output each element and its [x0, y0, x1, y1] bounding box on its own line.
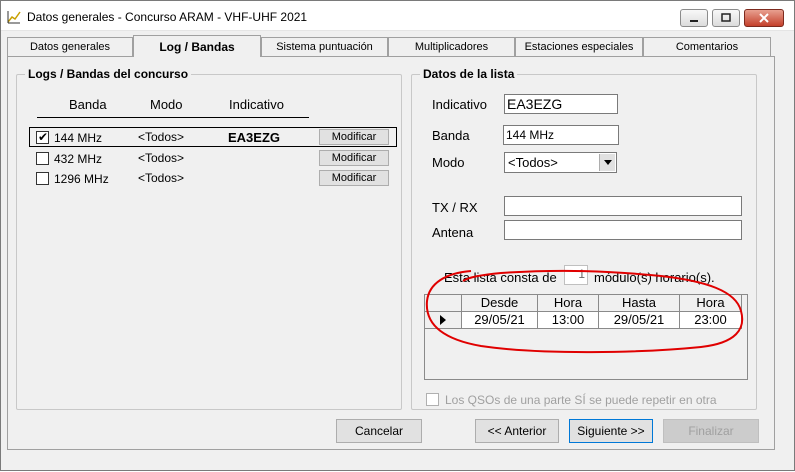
band-cell: 432 MHz: [54, 152, 103, 166]
modify-button[interactable]: Modificar: [319, 170, 389, 186]
tab-panel: Logs / Bandas del concurso Banda Modo In…: [7, 56, 775, 450]
banda-label: Banda: [432, 128, 470, 143]
checkmark-icon: ✔: [38, 130, 49, 144]
tab-estaciones-especiales[interactable]: Estaciones especiales: [515, 37, 643, 56]
logs-group-title: Logs / Bandas del concurso: [25, 67, 192, 81]
schedule-cell-desde[interactable]: 29/05/21: [462, 312, 538, 329]
table-row[interactable]: 1296 MHz <Todos> Modificar: [29, 168, 397, 188]
txrx-label: TX / RX: [432, 200, 478, 215]
close-icon: [759, 13, 769, 23]
header-underline: [37, 117, 309, 118]
qso-repeat-label: Los QSOs de una parte SÍ se puede repeti…: [445, 393, 717, 407]
schedule-cell-hasta[interactable]: 29/05/21: [599, 312, 680, 329]
header-modo: Modo: [150, 97, 183, 112]
dropdown-arrow-icon[interactable]: [599, 154, 615, 171]
minimize-icon: [690, 20, 698, 22]
tab-bar: Datos generales Log / Bandas Sistema pun…: [7, 35, 775, 57]
details-groupbox: Datos de la lista Indicativo Banda Modo …: [411, 67, 757, 410]
chart-icon: [7, 10, 21, 24]
band-checkbox[interactable]: [36, 172, 49, 185]
modo-select-value: <Todos>: [508, 155, 558, 170]
tab-log-bandas[interactable]: Log / Bandas: [133, 35, 261, 57]
row-indicator[interactable]: [425, 312, 462, 329]
band-checkbox[interactable]: [36, 152, 49, 165]
next-button[interactable]: Siguiente >>: [569, 419, 653, 443]
table-row[interactable]: ✔ 144 MHz <Todos> EA3EZG Modificar: [29, 127, 397, 147]
consta-suffix: módulo(s) horario(s).: [594, 270, 715, 285]
row-header-corner: [425, 295, 462, 312]
indicativo-label: Indicativo: [432, 97, 487, 112]
schedule-header: Hasta: [599, 295, 680, 312]
schedule-cell-hora-hasta[interactable]: 23:00: [680, 312, 742, 329]
modify-button[interactable]: Modificar: [319, 129, 389, 145]
dialog-window: Datos generales - Concurso ARAM - VHF-UH…: [0, 0, 795, 471]
modules-count[interactable]: 1: [564, 265, 588, 285]
window-title: Datos generales - Concurso ARAM - VHF-UH…: [27, 10, 308, 24]
row-pointer-icon: [440, 315, 446, 325]
mode-cell: <Todos>: [138, 151, 185, 165]
schedule-header: Desde: [462, 295, 538, 312]
header-indicativo: Indicativo: [229, 97, 284, 112]
table-row[interactable]: 432 MHz <Todos> Modificar: [29, 148, 397, 168]
tab-sistema-puntuacion[interactable]: Sistema puntuación: [261, 37, 388, 56]
band-checkbox[interactable]: ✔: [36, 130, 49, 144]
tab-comentarios[interactable]: Comentarios: [643, 37, 771, 56]
close-button[interactable]: [744, 9, 784, 27]
schedule-grid[interactable]: Desde Hora Hasta Hora 29/05/21 13:00 29/…: [424, 294, 748, 380]
maximize-icon: [721, 13, 731, 22]
mode-cell: <Todos>: [138, 171, 185, 185]
modify-button[interactable]: Modificar: [319, 150, 389, 166]
header-banda: Banda: [69, 97, 107, 112]
mode-cell: <Todos>: [138, 130, 185, 144]
consta-prefix: Esta lista consta de: [444, 270, 557, 285]
callsign-cell: EA3EZG: [228, 130, 281, 145]
banda-input[interactable]: [503, 125, 619, 145]
modo-select[interactable]: <Todos>: [504, 152, 617, 173]
previous-button[interactable]: << Anterior: [475, 419, 559, 443]
maximize-button[interactable]: [712, 9, 740, 27]
antena-input[interactable]: [504, 220, 742, 240]
title-bar[interactable]: Datos generales - Concurso ARAM - VHF-UH…: [1, 1, 794, 31]
schedule-header: Hora: [680, 295, 742, 312]
band-cell: 1296 MHz: [54, 172, 109, 186]
band-cell: 144 MHz: [54, 131, 103, 145]
logs-groupbox: Logs / Bandas del concurso Banda Modo In…: [16, 67, 402, 410]
antena-label: Antena: [432, 225, 474, 240]
tab-datos-generales[interactable]: Datos generales: [7, 37, 133, 56]
tab-multiplicadores[interactable]: Multiplicadores: [388, 37, 515, 56]
txrx-input[interactable]: [504, 196, 742, 216]
modo-label: Modo: [432, 155, 465, 170]
qso-repeat-checkbox[interactable]: [426, 393, 439, 406]
indicativo-input[interactable]: [504, 94, 618, 114]
schedule-cell-hora-desde[interactable]: 13:00: [538, 312, 599, 329]
details-group-title: Datos de la lista: [420, 67, 518, 81]
schedule-header: Hora: [538, 295, 599, 312]
cancel-button[interactable]: Cancelar: [336, 419, 422, 443]
finish-button[interactable]: Finalizar: [663, 419, 759, 443]
minimize-button[interactable]: [680, 9, 708, 27]
